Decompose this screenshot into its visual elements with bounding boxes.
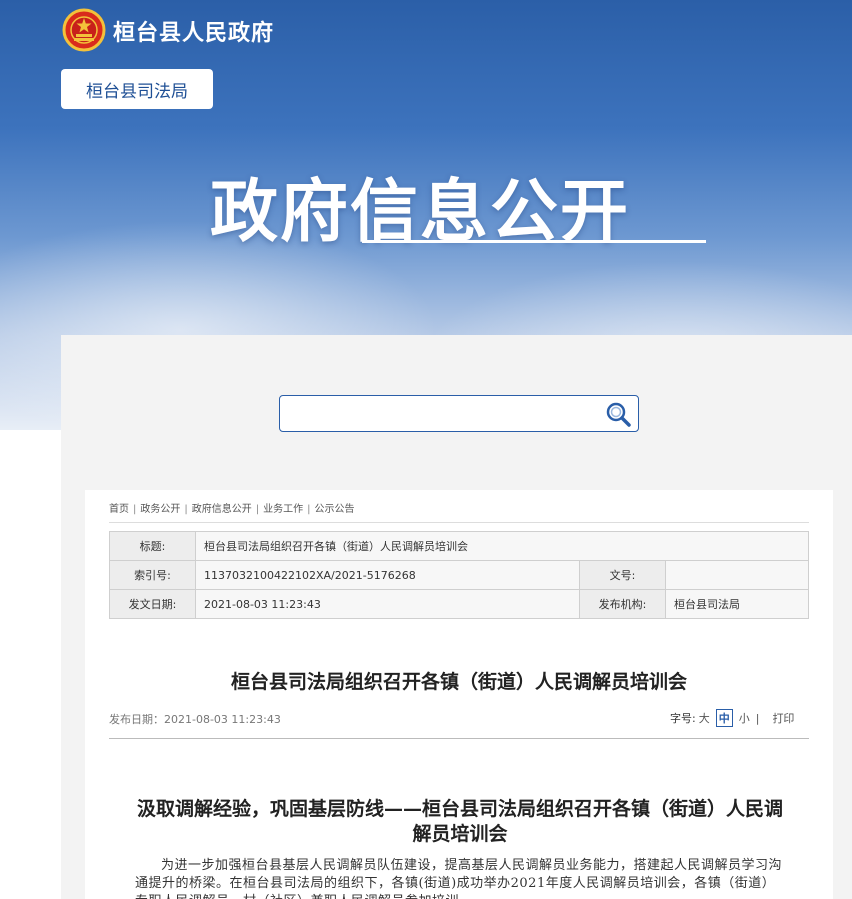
print-button[interactable]: 打印 <box>772 710 794 726</box>
meta-docno-value <box>665 560 809 590</box>
breadcrumb-item-home[interactable]: 首页 <box>109 504 129 515</box>
meta-org-label: 发布机构: <box>579 589 666 619</box>
meta-title-value: 桓台县司法局组织召开各镇（街道）人民调解员培训会 <box>195 531 809 561</box>
article-subtitle: 汲取调解经验，巩固基层防线——桓台县司法局组织召开各镇（街道）人民调解员培训会 <box>136 798 783 845</box>
meta-date-label: 发文日期: <box>109 589 196 619</box>
breadcrumb-item-affairs[interactable]: 政务公开 <box>140 504 180 515</box>
table-row: 标题: 桓台县司法局组织召开各镇（街道）人民调解员培训会 <box>109 531 809 561</box>
meta-index-label: 索引号: <box>109 560 196 590</box>
breadcrumb-item-notice[interactable]: 公示公告 <box>315 504 355 515</box>
font-size-control: 字号: 大 中 小 | 打印 <box>670 709 794 727</box>
article-divider <box>109 738 809 739</box>
banner-title-underline <box>362 240 706 243</box>
meta-index-value: 1137032100422102XA/2021-5176268 <box>195 560 580 590</box>
breadcrumb-divider <box>109 522 809 523</box>
breadcrumb-separator: | <box>255 504 260 515</box>
meta-date-value: 2021-08-03 11:23:43 <box>195 589 580 619</box>
site-title[interactable]: 桓台县人民政府 <box>113 15 274 47</box>
national-emblem-icon[interactable] <box>62 8 106 52</box>
table-row: 索引号: 1137032100422102XA/2021-5176268 文号: <box>109 560 809 590</box>
breadcrumb-separator: | <box>133 504 137 515</box>
department-button[interactable]: 桓台县司法局 <box>61 69 213 109</box>
article-title: 桓台县司法局组织召开各镇（街道）人民调解员培训会 <box>230 671 687 693</box>
search-icon[interactable] <box>604 400 632 428</box>
meta-docno-label: 文号: <box>579 560 666 590</box>
font-medium-button[interactable]: 中 <box>715 709 733 727</box>
font-size-label: 字号: <box>670 712 696 725</box>
article-body: 为进一步加强桓台县基层人民调解员队伍建设，提高基层人民调解员业务能力，搭建起人民… <box>135 858 783 899</box>
table-row: 发文日期: 2021-08-03 11:23:43 发布机构: 桓台县司法局 <box>109 589 809 619</box>
meta-title-label: 标题: <box>109 531 196 561</box>
breadcrumb-item-info[interactable]: 政府信息公开 <box>192 504 252 515</box>
publish-date: 发布日期：2021-08-03 11:23:43 <box>109 713 281 726</box>
font-large-button[interactable]: 大 <box>699 710 710 726</box>
metadata-table: 标题: 桓台县司法局组织召开各镇（街道）人民调解员培训会 索引号: 113703… <box>109 531 809 619</box>
search-input[interactable] <box>279 395 639 432</box>
font-separator: | <box>755 711 760 725</box>
breadcrumb-separator: | <box>184 504 188 515</box>
breadcrumb-item-work[interactable]: 业务工作 <box>263 504 303 515</box>
meta-org-value: 桓台县司法局 <box>665 589 809 619</box>
breadcrumb-separator: | <box>307 504 311 515</box>
breadcrumb: 首页 | 政务公开 | 政府信息公开 | 业务工作 | 公示公告 <box>109 500 355 515</box>
font-small-button[interactable]: 小 <box>739 710 750 726</box>
